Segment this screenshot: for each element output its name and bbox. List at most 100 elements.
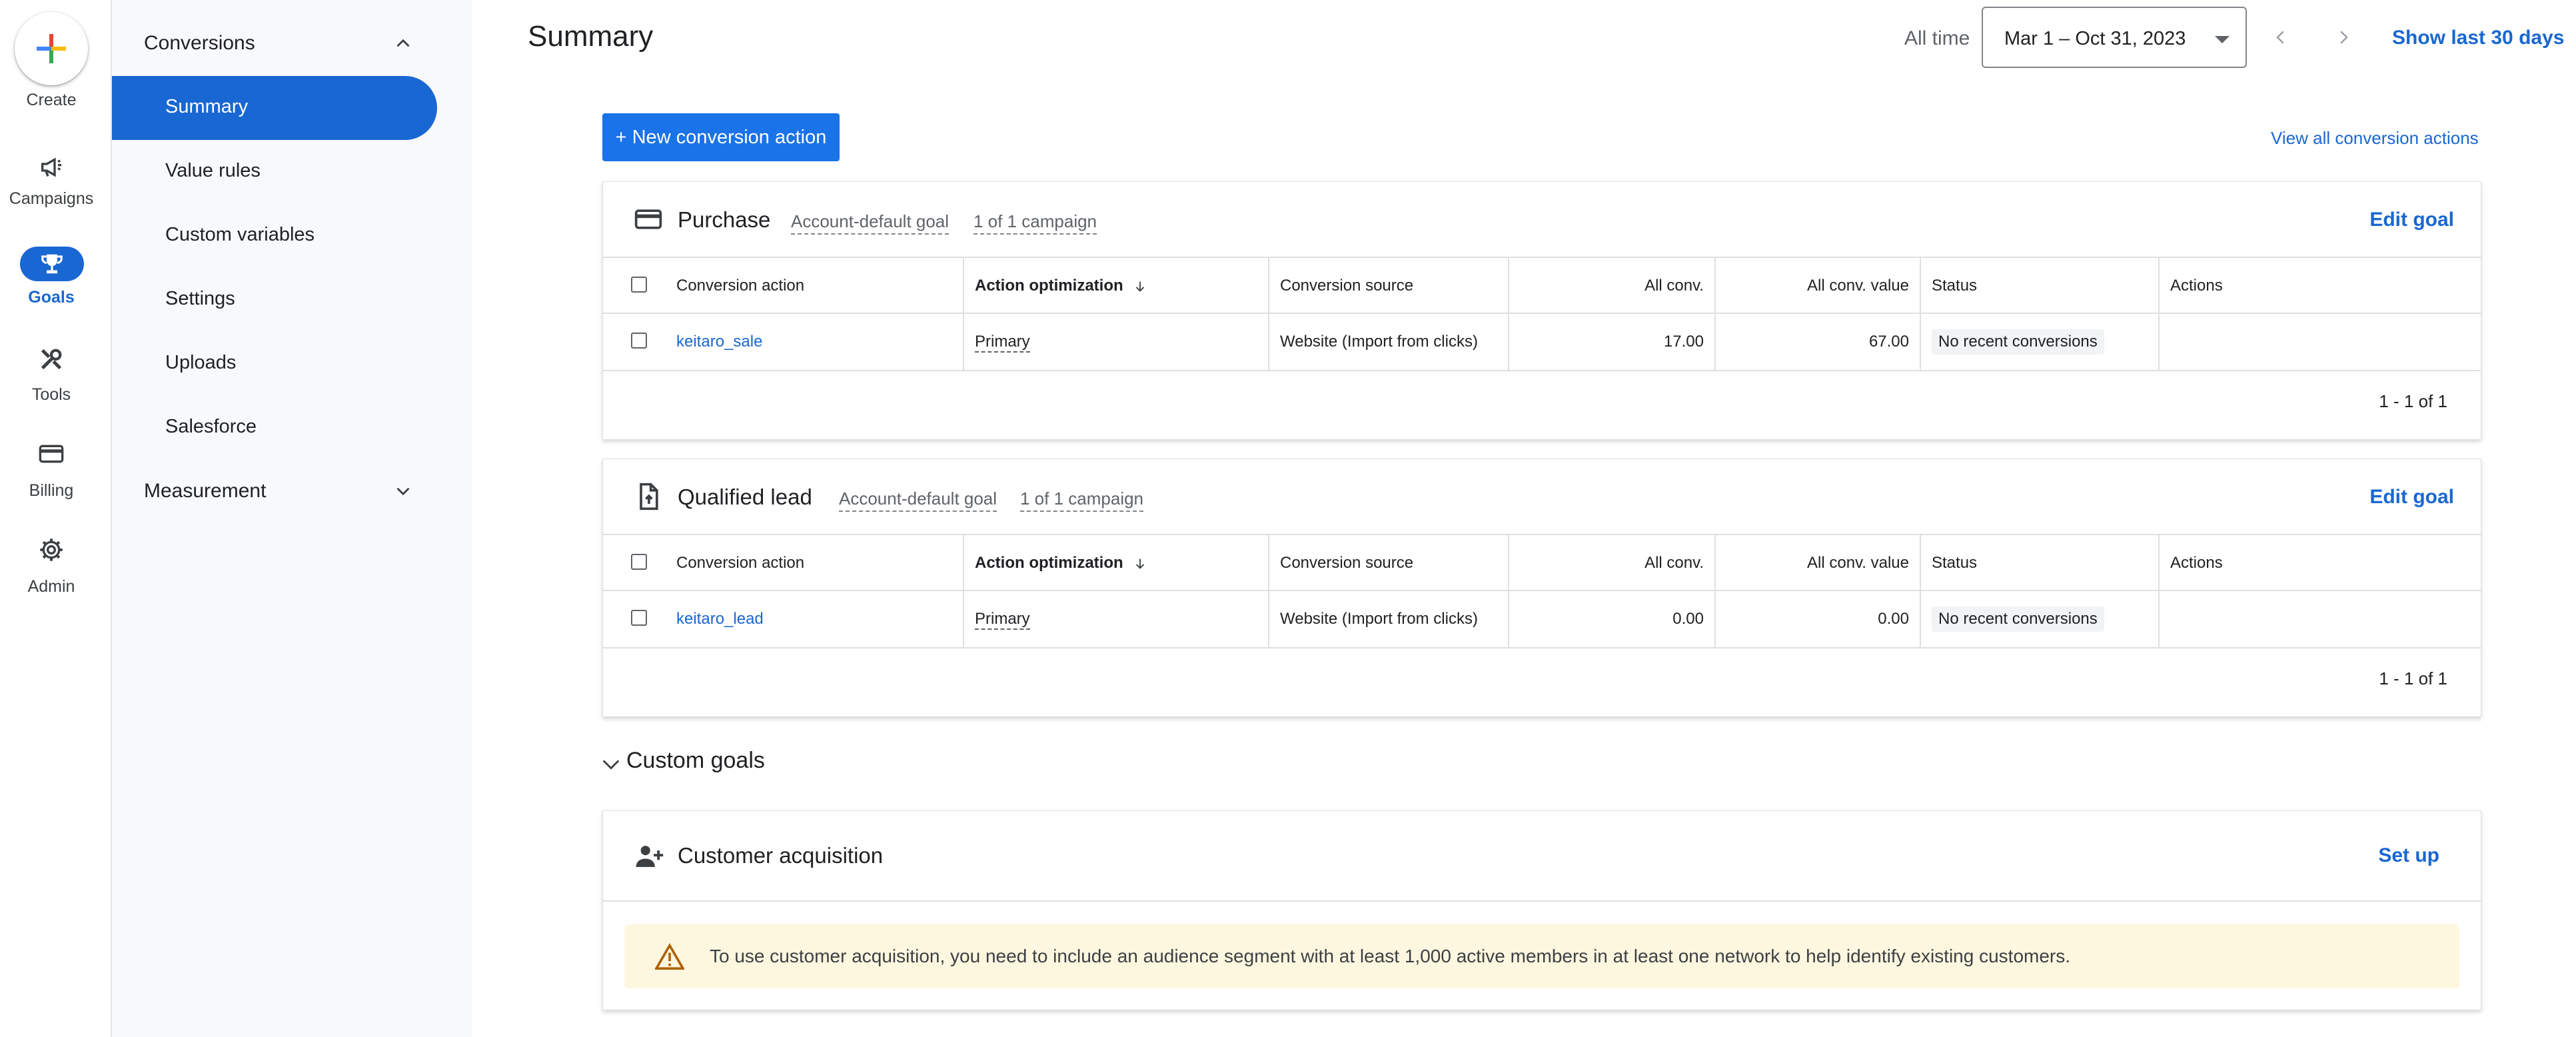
pagination-label: 1 - 1 of 1 — [2379, 391, 2447, 411]
nav-item-salesforce[interactable]: Salesforce — [112, 396, 437, 460]
left-rail: Create Campaigns Goals Tools Billing Adm… — [0, 0, 112, 1037]
view-all-conversion-actions-link[interactable]: View all conversion actions — [2271, 128, 2479, 149]
column-header[interactable]: Conversion action — [666, 258, 900, 314]
edit-goal-button[interactable]: Edit goal — [2369, 486, 2454, 509]
warning-icon — [655, 943, 684, 970]
action-optimization-cell[interactable]: Primary — [963, 591, 1268, 647]
chevron-left-icon[interactable] — [2271, 25, 2291, 49]
column-header[interactable]: Conversion source — [1268, 535, 1508, 591]
column-header[interactable]: Conversion source — [1268, 258, 1508, 314]
optimization-value: Primary — [975, 333, 1030, 353]
rail-label: Goals — [28, 288, 75, 307]
conversion-action-link[interactable]: keitaro_sale — [666, 314, 900, 370]
column-header-action-optimization[interactable]: Action optimization — [963, 535, 1268, 591]
date-range-value: Mar 1 – Oct 31, 2023 — [2004, 28, 2186, 49]
conversions-nav: Conversions Summary Value rules Custom v… — [112, 0, 472, 1037]
row-checkbox[interactable] — [631, 333, 647, 349]
rail-item-goals[interactable]: Goals — [0, 247, 103, 327]
rail-item-admin[interactable]: Admin — [0, 536, 103, 616]
tools-icon — [31, 345, 71, 373]
rail-item-campaigns[interactable]: Campaigns — [0, 153, 103, 233]
optimization-value: Primary — [975, 610, 1030, 630]
warning-banner: To use customer acquisition, you need to… — [624, 924, 2459, 988]
chevron-down-icon[interactable] — [600, 753, 622, 776]
show-last-30-days-link[interactable]: Show last 30 days — [2392, 27, 2564, 49]
customer-acquisition-card: Customer acquisition Set up To use custo… — [602, 810, 2481, 1010]
nav-item-label: Settings — [165, 288, 235, 309]
select-all-checkbox[interactable] — [631, 277, 647, 293]
column-header: Actions — [2158, 535, 2481, 591]
goal-title: Qualified lead — [678, 485, 812, 509]
document-upload-icon — [640, 483, 658, 511]
select-all-checkbox[interactable] — [631, 554, 647, 570]
table-row: keitaro_lead Primary Website (Import fro… — [603, 590, 2481, 648]
nav-item-settings[interactable]: Settings — [112, 268, 437, 332]
create-button[interactable] — [15, 12, 88, 85]
column-header[interactable]: Status — [1920, 258, 2158, 314]
column-header[interactable]: All conv. value — [1714, 258, 1920, 314]
arrow-down-icon — [1135, 281, 1144, 292]
chevron-down-icon[interactable] — [392, 480, 414, 503]
all-conv-cell: 17.00 — [1508, 314, 1714, 370]
conversion-action-link[interactable]: keitaro_lead — [666, 591, 900, 647]
row-checkbox[interactable] — [631, 610, 647, 626]
divider — [603, 900, 2481, 902]
person-add-icon — [636, 846, 664, 867]
create-label: Create — [26, 91, 77, 109]
column-header[interactable]: Status — [1920, 535, 2158, 591]
column-header-label: Action optimization — [975, 277, 1123, 295]
account-default-goal-chip[interactable]: Account-default goal — [839, 489, 997, 512]
goal-card-qualified-lead: Qualified lead Account-default goal 1 of… — [602, 459, 2481, 717]
table-row: keitaro_sale Primary Website (Import fro… — [603, 313, 2481, 371]
pagination-label: 1 - 1 of 1 — [2379, 668, 2447, 688]
edit-goal-button[interactable]: Edit goal — [2369, 209, 2454, 231]
rail-label: Admin — [27, 577, 75, 596]
chevron-up-icon[interactable] — [392, 32, 414, 55]
status-cell: No recent conversions — [1920, 591, 2158, 647]
rail-label: Billing — [29, 481, 74, 500]
nav-item-uploads[interactable]: Uploads — [112, 332, 437, 396]
all-conv-value-cell: 67.00 — [1714, 314, 1920, 370]
plus-icon — [37, 34, 66, 63]
all-time-label: All time — [1904, 27, 1970, 49]
status-badge: No recent conversions — [1932, 329, 2104, 355]
rail-item-billing[interactable]: Billing — [0, 440, 103, 520]
nav-item-value-rules[interactable]: Value rules — [112, 140, 437, 204]
action-optimization-cell[interactable]: Primary — [963, 314, 1268, 370]
chevron-right-icon[interactable] — [2333, 25, 2353, 49]
status-badge: No recent conversions — [1932, 606, 2104, 632]
nav-item-label: Custom variables — [165, 224, 315, 245]
conversion-source-cell: Website (Import from clicks) — [1268, 591, 1508, 647]
actions-cell — [2158, 314, 2481, 370]
column-header[interactable]: All conv. value — [1714, 535, 1920, 591]
date-range-select[interactable]: Mar 1 – Oct 31, 2023 — [1982, 7, 2247, 68]
rail-item-tools[interactable]: Tools — [0, 345, 103, 425]
campaign-count-chip[interactable]: 1 of 1 campaign — [1020, 489, 1144, 512]
set-up-button[interactable]: Set up — [2378, 844, 2439, 867]
all-conv-cell: 0.00 — [1508, 591, 1714, 647]
rail-label: Campaigns — [9, 189, 94, 208]
all-conv-value-cell: 0.00 — [1714, 591, 1920, 647]
new-conversion-action-button[interactable]: + New conversion action — [602, 113, 840, 161]
column-header-label: Action optimization — [975, 554, 1123, 572]
nav-section-conversions[interactable]: Conversions — [144, 32, 255, 55]
gear-icon — [31, 536, 71, 564]
warning-text: To use customer acquisition, you need to… — [710, 946, 2071, 966]
customer-acquisition-title: Customer acquisition — [678, 843, 884, 868]
nav-item-label: Uploads — [165, 352, 237, 373]
column-header[interactable]: All conv. — [1508, 535, 1714, 591]
custom-goals-toggle[interactable]: Custom goals — [626, 748, 765, 774]
nav-item-summary[interactable]: Summary — [112, 76, 437, 140]
status-cell: No recent conversions — [1920, 314, 2158, 370]
page-title: Summary — [528, 20, 654, 53]
table-header-row: Conversion action Action optimization Co… — [603, 257, 2481, 314]
trophy-icon — [20, 247, 84, 281]
nav-item-custom-variables[interactable]: Custom variables — [112, 204, 437, 268]
column-header[interactable]: Conversion action — [666, 535, 900, 591]
column-header-action-optimization[interactable]: Action optimization — [963, 258, 1268, 314]
campaign-count-chip[interactable]: 1 of 1 campaign — [973, 211, 1097, 235]
column-header[interactable]: All conv. — [1508, 258, 1714, 314]
nav-section-measurement[interactable]: Measurement — [144, 480, 266, 503]
account-default-goal-chip[interactable]: Account-default goal — [791, 211, 950, 235]
nav-item-label: Value rules — [165, 160, 261, 181]
